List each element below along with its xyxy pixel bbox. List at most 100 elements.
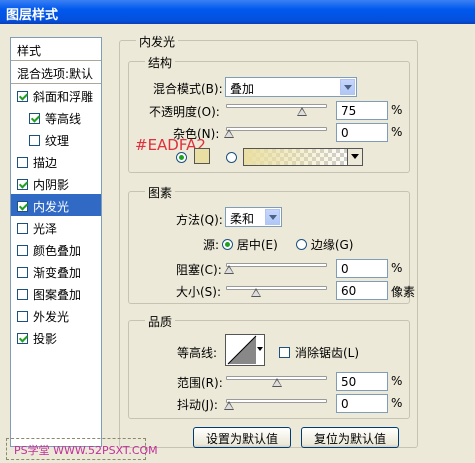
style-item-label: 内发光	[33, 200, 70, 214]
style-item-label: 纹理	[45, 134, 70, 148]
make-default-button[interactable]: 设置为默认值	[193, 427, 291, 448]
style-item-label: 描边	[33, 156, 58, 170]
checkbox-icon[interactable]	[17, 223, 28, 234]
checkbox-checked-icon[interactable]	[17, 91, 28, 102]
choke-unit: %	[391, 261, 403, 275]
style-item[interactable]: 斜面和浮雕	[11, 84, 101, 106]
contour-curve-icon	[227, 335, 257, 365]
blend-mode-value: 叠加	[230, 82, 255, 96]
style-item[interactable]: 光泽	[11, 216, 101, 238]
size-unit: 像素	[391, 285, 416, 299]
style-item[interactable]: 内阴影	[11, 172, 101, 194]
size-slider-thumb[interactable]	[251, 288, 261, 297]
style-item[interactable]: 投影	[11, 326, 101, 348]
blend-mode-label: 混合模式(B):	[153, 82, 223, 96]
choke-slider-track[interactable]	[226, 263, 327, 267]
watermark: PS学堂 WWW.52PSXT.COM	[6, 438, 158, 460]
checkbox-checked-icon[interactable]	[17, 333, 28, 344]
noise-input[interactable]: 0	[336, 123, 388, 142]
choke-input[interactable]: 0	[336, 259, 388, 278]
style-item-label: 颜色叠加	[33, 244, 82, 258]
jitter-input[interactable]: 0	[336, 394, 388, 413]
method-select[interactable]: 柔和	[225, 207, 282, 227]
noise-slider-thumb[interactable]	[224, 129, 234, 138]
style-item-label: 等高线	[45, 112, 82, 126]
blend-mode-select[interactable]: 叠加	[225, 77, 357, 97]
style-item[interactable]: 图案叠加	[11, 282, 101, 304]
range-input[interactable]: 50	[336, 372, 388, 391]
structure-title: 结构	[145, 54, 176, 71]
solid-color-radio[interactable]	[176, 151, 187, 165]
chevron-down-icon[interactable]	[265, 209, 280, 225]
checkbox-icon[interactable]	[29, 135, 40, 146]
chevron-down-icon[interactable]	[257, 347, 263, 354]
style-item-label: 投影	[33, 332, 58, 346]
section-title: 内发光	[136, 33, 179, 50]
style-item[interactable]: 描边	[11, 150, 101, 172]
style-item[interactable]: 渐变叠加	[11, 260, 101, 282]
opacity-label: 不透明度(O):	[149, 105, 220, 119]
source-center-radio[interactable]: 居中(E)	[222, 236, 278, 253]
source-label: 源:	[203, 238, 220, 252]
blend-options-item[interactable]: 混合选项:默认	[11, 61, 101, 83]
size-slider-track[interactable]	[226, 286, 327, 290]
chevron-down-icon[interactable]	[340, 79, 355, 95]
method-value: 柔和	[230, 212, 255, 226]
opacity-unit: %	[391, 103, 403, 117]
checkbox-checked-icon[interactable]	[17, 179, 28, 190]
dialog-title-bar[interactable]: 图层样式	[0, 0, 475, 24]
size-label: 大小(S):	[176, 285, 222, 299]
antialias-checkbox[interactable]: 消除锯齿(L)	[279, 344, 359, 361]
range-label: 范围(R):	[177, 376, 223, 390]
contour-label: 等高线:	[177, 346, 218, 360]
style-item-label: 光泽	[33, 222, 58, 236]
elements-title: 图素	[145, 184, 176, 201]
gradient-picker[interactable]	[243, 148, 363, 166]
gradient-radio[interactable]	[226, 151, 237, 165]
checkbox-icon[interactable]	[17, 267, 28, 278]
style-item-label: 图案叠加	[33, 288, 82, 302]
noise-slider-track[interactable]	[226, 127, 327, 131]
gradient-dropdown-button[interactable]	[347, 149, 362, 165]
radio-icon	[296, 239, 307, 250]
radio-selected-icon	[222, 239, 233, 250]
choke-label: 阻塞(C):	[176, 263, 222, 277]
opacity-slider-track[interactable]	[226, 104, 327, 108]
range-slider-thumb[interactable]	[272, 378, 282, 387]
noise-unit: %	[391, 125, 403, 139]
opacity-slider-thumb[interactable]	[297, 107, 307, 116]
glow-color-swatch[interactable]	[194, 148, 210, 164]
radio-icon	[226, 152, 237, 163]
source-center-label: 居中(E)	[236, 238, 278, 252]
reset-default-button[interactable]: 复位为默认值	[301, 427, 399, 448]
style-item-label: 渐变叠加	[33, 266, 82, 280]
radio-selected-icon	[176, 152, 187, 163]
jitter-slider-track[interactable]	[226, 399, 327, 403]
checkbox-icon[interactable]	[17, 245, 28, 256]
jitter-slider-thumb[interactable]	[224, 401, 234, 410]
choke-slider-thumb[interactable]	[224, 265, 234, 274]
source-edge-radio[interactable]: 边缘(G)	[296, 236, 354, 253]
style-item[interactable]: 内发光	[11, 194, 101, 216]
style-item[interactable]: 纹理	[11, 128, 101, 150]
opacity-input[interactable]: 75	[336, 101, 388, 120]
checkbox-checked-icon[interactable]	[17, 201, 28, 212]
jitter-unit: %	[391, 396, 403, 410]
styles-header[interactable]: 样式	[11, 38, 101, 60]
size-input[interactable]: 60	[336, 281, 388, 300]
style-item[interactable]: 等高线	[11, 106, 101, 128]
style-item[interactable]: 颜色叠加	[11, 238, 101, 260]
chevron-down-icon	[351, 154, 359, 163]
checkbox-icon[interactable]	[17, 289, 28, 300]
checkbox-icon[interactable]	[17, 157, 28, 168]
watermark-text: PS学堂 WWW.52PSXT.COM	[14, 444, 158, 457]
method-label: 方法(Q):	[176, 213, 223, 227]
dialog-title: 图层样式	[6, 8, 59, 23]
style-item-label: 斜面和浮雕	[33, 90, 94, 104]
style-item[interactable]: 外发光	[11, 304, 101, 326]
checkbox-checked-icon[interactable]	[29, 113, 40, 124]
source-edge-label: 边缘(G)	[310, 238, 354, 252]
quality-title: 品质	[145, 313, 176, 330]
checkbox-icon[interactable]	[17, 311, 28, 322]
contour-picker[interactable]	[225, 334, 265, 366]
